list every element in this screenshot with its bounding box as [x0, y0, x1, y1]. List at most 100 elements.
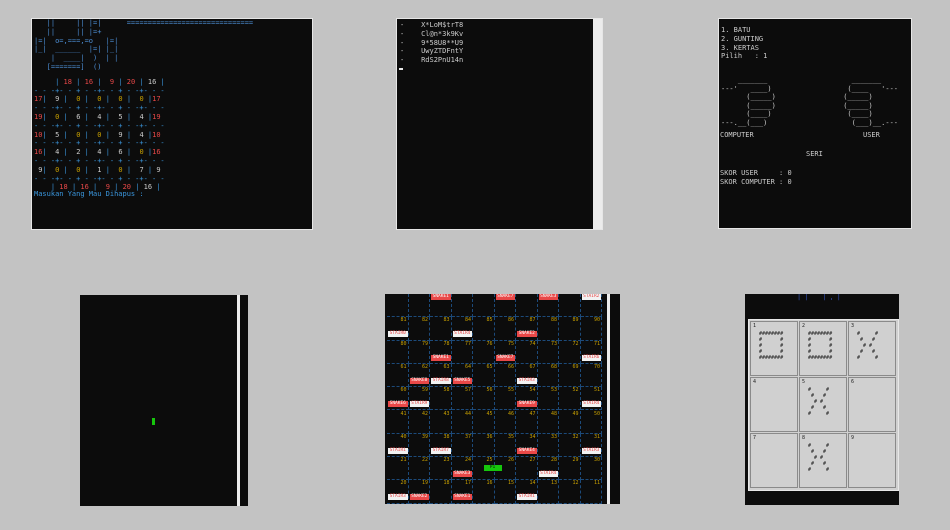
cell-number: 25 [486, 457, 493, 464]
board-cell: 33 [537, 433, 559, 458]
snake-marker: SNAKE6 [388, 401, 408, 408]
password-list: - X*LoM$trT8- Cl@n*3k9Kv - 9*58U8**U9- Uw… [400, 21, 463, 65]
cell-number: 34 [529, 433, 536, 440]
cell-number: 35 [507, 433, 514, 440]
ttt-cell[interactable]: 6 [848, 377, 896, 432]
board-cell: 30 [580, 457, 602, 481]
cell-number: 61 [400, 363, 407, 370]
player-token: P1 [483, 465, 502, 472]
cell-number: 28 [550, 457, 557, 464]
board-cell: 45 [473, 410, 495, 434]
cell-number: 22 [421, 457, 428, 464]
cell-number: 67 [529, 363, 536, 370]
cell-number: 49 [572, 410, 579, 417]
cell-number: 29 [572, 457, 579, 464]
cell-number: 87 [529, 317, 536, 324]
sudoku-terminal-window[interactable]: || || |=| ==============================… [31, 18, 313, 230]
ascii-art-header: || || |=| ==============================… [34, 19, 253, 72]
cell-number: 71 [593, 340, 600, 347]
cell-number: 27 [529, 457, 536, 464]
cell-index: 9 [851, 435, 855, 441]
board-cell: 79 [408, 340, 430, 364]
cell-index: 1 [753, 323, 757, 329]
menu-item: 1. BATU [721, 26, 751, 34]
header-art: | | | , | [790, 294, 841, 301]
stair-marker: STAIR4 [538, 471, 558, 478]
cell-number: 39 [421, 433, 428, 440]
snake-marker: SNAKE1 [431, 354, 451, 361]
cell-number: 53 [550, 387, 557, 394]
board-cell: 82 [408, 317, 430, 341]
stair-marker: STAIR8 [431, 377, 451, 384]
board-cell: 80 [387, 340, 409, 364]
board-cell: 83 [430, 317, 452, 341]
board-cell: 69 [559, 363, 581, 388]
cell-number: 15 [507, 480, 514, 487]
cell-number: 76 [486, 340, 493, 347]
password-terminal-window[interactable]: - X*LoM$trT8- Cl@n*3k9Kv - 9*58U8**U9- Uw… [396, 18, 603, 230]
cell-number: 85 [486, 317, 493, 324]
cell-number: 73 [550, 340, 557, 347]
cell-number: 90 [593, 317, 600, 324]
board-cell: 58 [430, 387, 452, 411]
board-cell: 27 [516, 457, 538, 481]
grid-row [34, 78, 38, 86]
board-cell: 36 [473, 433, 495, 458]
board-cell: 35 [494, 433, 516, 458]
cell-number: 50 [593, 410, 600, 417]
stair-marker: STAIR1 [517, 494, 537, 501]
cell-mark: # # # # # # # # # # [808, 387, 830, 417]
board-cell: 76 [473, 340, 495, 364]
suit-game-window[interactable]: 1. BATU 2. GUNTING 3. KERTAS Pilih : 1 _… [718, 18, 912, 229]
cell-mark: ######## # # # # # # ######## [808, 331, 833, 361]
cell-number: 69 [572, 363, 579, 370]
stair-marker: STAIR6 [581, 354, 601, 361]
computer-label: COMPUTER [720, 131, 754, 139]
scrollbar[interactable] [593, 19, 602, 229]
scrollbar[interactable] [237, 295, 240, 506]
ttt-cell[interactable]: 3 # # # # # # # # # # [848, 321, 896, 376]
board-cell: 52 [559, 387, 581, 411]
snake-game-window[interactable] [80, 295, 248, 506]
ttt-cell[interactable]: 8 # # # # # # # # # # [799, 433, 847, 488]
cell-number: 84 [464, 317, 471, 324]
cell-number: 88 [550, 317, 557, 324]
board-cell: 55 [494, 387, 516, 411]
cell-number: 30 [593, 457, 600, 464]
board-cell: 13 [537, 480, 559, 504]
ttt-cell[interactable]: 1 ######## # # # # # # ######## [750, 321, 798, 376]
stair-marker: STAIR4 [581, 401, 601, 408]
tictactoe-board: 1 ######## # # # # # # ######## 2 ######## … [748, 319, 899, 491]
cell-index: 7 [753, 435, 757, 441]
cell-number: 18 [443, 480, 450, 487]
ttt-cell[interactable]: 4 [750, 377, 798, 432]
cell-number: 47 [529, 410, 536, 417]
cell-number: 19 [421, 480, 428, 487]
cell-number: 78 [443, 340, 450, 347]
password-item: - Cl@n*3k9Kv [400, 29, 464, 38]
cell-number: 21 [400, 457, 407, 464]
cell-number: 16 [486, 480, 493, 487]
cell-number: 43 [443, 410, 450, 417]
stair-marker: STAIR9 [409, 401, 429, 408]
board-cell: 73 [537, 340, 559, 364]
ttt-cell[interactable]: 7 [750, 433, 798, 488]
board-cell: 11 [580, 480, 602, 504]
board-cell: 74 [516, 340, 538, 364]
cell-number: 26 [507, 457, 514, 464]
game-board: 81 82 83 84 85 86 87 88 89 90 80 79 78 77 76 75 74 73 72 71… [387, 294, 603, 504]
snake-marker: SNAKE2 [409, 494, 429, 501]
scrollbar[interactable] [607, 294, 610, 504]
cell-number: 66 [507, 363, 514, 370]
ttt-cell[interactable]: 5 # # # # # # # # # # [799, 377, 847, 432]
cell-number: 20 [400, 480, 407, 487]
cell-number: 58 [443, 387, 450, 394]
snakes-ladders-window[interactable]: 81 82 83 84 85 86 87 88 89 90 80 79 78 77 76 75 74 73 72 71… [385, 294, 620, 504]
board-cell: 47 [516, 410, 538, 434]
cell-mark: # # # # # # # # # # [857, 331, 879, 361]
cell-number: 32 [572, 433, 579, 440]
ttt-cell[interactable]: 2 ######## # # # # # # ######## [799, 321, 847, 376]
cell-number: 38 [443, 433, 450, 440]
ttt-cell[interactable]: 9 [848, 433, 896, 488]
tictactoe-window[interactable]: | | | , | 1 ######## # # # # # # ########… [745, 294, 899, 505]
